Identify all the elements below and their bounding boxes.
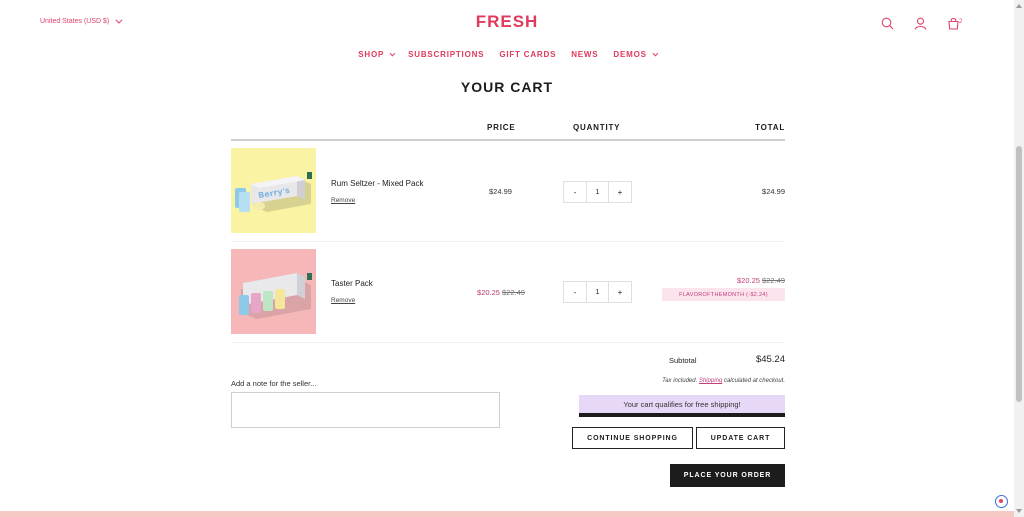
qty-input[interactable]: 1 bbox=[586, 282, 609, 302]
subtotal-label: Subtotal bbox=[669, 356, 697, 365]
chat-widget-icon[interactable] bbox=[995, 495, 1008, 508]
product-name[interactable]: Taster Pack bbox=[331, 279, 373, 288]
product-image[interactable]: Berry's bbox=[231, 148, 316, 233]
header: United States (USD $) FRESH 2 bbox=[0, 0, 1014, 46]
nav-label: DEMOS bbox=[613, 50, 647, 59]
scrollbar[interactable] bbox=[1014, 0, 1024, 517]
header-price: PRICE bbox=[487, 123, 516, 132]
remove-link[interactable]: Remove bbox=[331, 297, 355, 304]
qty-increase-button[interactable]: + bbox=[609, 182, 631, 202]
line-total: $20.25 $22.49 bbox=[737, 276, 785, 285]
qty-increase-button[interactable]: + bbox=[609, 282, 631, 302]
product-price: $24.99 bbox=[489, 187, 512, 196]
nav-item-shop[interactable]: SHOP bbox=[358, 50, 396, 59]
product-name[interactable]: Rum Seltzer - Mixed Pack bbox=[331, 179, 423, 188]
nav-item-gift-cards[interactable]: GIFT CARDS bbox=[499, 50, 556, 59]
continue-shopping-button[interactable]: CONTINUE SHOPPING bbox=[572, 427, 693, 449]
nav-item-news[interactable]: NEWS bbox=[571, 50, 598, 59]
account-icon[interactable] bbox=[913, 16, 927, 30]
footer-band bbox=[0, 511, 1014, 517]
nav-label: NEWS bbox=[571, 50, 599, 59]
search-icon[interactable] bbox=[880, 16, 894, 30]
cart-item: Berry's Rum Seltzer - Mixed Pack Remove … bbox=[231, 142, 785, 242]
line-total-original: $22.49 bbox=[762, 276, 785, 285]
free-shipping-banner: Your cart qualifies for free shipping! bbox=[579, 395, 785, 417]
nav-item-subscriptions[interactable]: SUBSCRIPTIONS bbox=[408, 50, 484, 59]
quantity-stepper: - 1 + bbox=[563, 181, 632, 203]
line-total-sale: $20.25 bbox=[737, 276, 760, 285]
cart-bag-icon[interactable]: 2 bbox=[946, 16, 963, 30]
product-sale-price: $20.25 bbox=[477, 288, 500, 297]
subtotal-value: $45.24 bbox=[755, 354, 785, 365]
qty-decrease-button[interactable]: - bbox=[564, 282, 586, 302]
update-cart-button[interactable]: UPDATE CART bbox=[696, 427, 785, 449]
logo-wrapper: FRESH bbox=[0, 12, 1014, 32]
scroll-up-icon[interactable] bbox=[1016, 4, 1022, 8]
qty-decrease-button[interactable]: - bbox=[564, 182, 586, 202]
logo[interactable]: FRESH bbox=[476, 12, 539, 31]
nav-label: GIFT CARDS bbox=[499, 50, 557, 59]
qty-input[interactable]: 1 bbox=[586, 182, 609, 202]
chevron-down-icon bbox=[652, 50, 658, 56]
cart-count-badge: 2 bbox=[959, 19, 963, 25]
discount-badge: FLAVOROFTHEMONTH (-$2.24) bbox=[662, 288, 785, 301]
nav-item-demos[interactable]: DEMOS bbox=[613, 50, 658, 59]
nav-label: SHOP bbox=[358, 50, 385, 59]
header-quantity: QUANTITY bbox=[573, 123, 621, 132]
line-total: $24.99 bbox=[762, 187, 785, 196]
tax-note: Tax included. Shipping calculated at che… bbox=[662, 378, 785, 384]
nav-label: SUBSCRIPTIONS bbox=[408, 50, 485, 59]
scroll-down-icon[interactable] bbox=[1016, 509, 1022, 513]
header-total: TOTAL bbox=[755, 123, 785, 132]
scroll-thumb[interactable] bbox=[1016, 146, 1022, 402]
seller-note-input[interactable] bbox=[231, 392, 500, 428]
product-image[interactable] bbox=[231, 249, 316, 334]
quantity-stepper: - 1 + bbox=[563, 281, 632, 303]
product-original-price: $22.49 bbox=[502, 288, 525, 297]
cart-item: Taster Pack Remove $20.25 $22.49 - 1 + $… bbox=[231, 243, 785, 343]
note-label: Add a note for the seller... bbox=[231, 379, 317, 388]
place-order-button[interactable]: PLACE YOUR ORDER bbox=[670, 464, 785, 487]
chevron-down-icon bbox=[389, 50, 396, 56]
shipping-link[interactable]: Shipping bbox=[699, 378, 722, 384]
main-nav: SHOP SUBSCRIPTIONS GIFT CARDS NEWS DEMOS bbox=[0, 50, 1014, 59]
cart-table-header: PRICE QUANTITY TOTAL bbox=[231, 121, 785, 141]
tax-suffix: calculated at checkout. bbox=[723, 378, 785, 384]
header-icons: 2 bbox=[880, 16, 963, 30]
remove-link[interactable]: Remove bbox=[331, 197, 355, 204]
tax-prefix: Tax included. bbox=[662, 378, 698, 384]
page-title: YOUR CART bbox=[460, 79, 554, 95]
